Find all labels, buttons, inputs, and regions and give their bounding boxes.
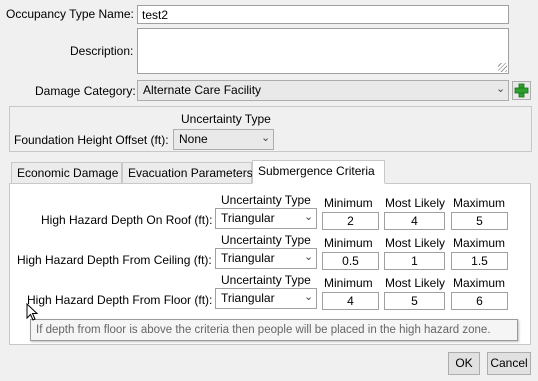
roof-uncertainty-value: Triangular: [221, 211, 275, 225]
description-label: Description:: [70, 44, 134, 58]
description-textarea[interactable]: [137, 28, 509, 74]
chevron-down-icon: [304, 254, 312, 262]
roof-uncertainty-select[interactable]: Triangular: [215, 208, 317, 229]
cancel-button[interactable]: Cancel: [487, 352, 531, 375]
ceiling-uncertainty-value: Triangular: [221, 251, 275, 265]
ceiling-minimum-input[interactable]: 0.5: [322, 252, 379, 270]
occupancy-type-name-input[interactable]: test2: [137, 5, 509, 24]
tab-submergence-criteria[interactable]: Submergence Criteria: [252, 160, 385, 184]
roof-most-likely-input[interactable]: 4: [384, 212, 445, 230]
damage-category-label: Damage Category:: [35, 84, 136, 98]
row3-minimum-header: Minimum: [324, 276, 373, 290]
row2-most-likely-header: Most Likely: [385, 236, 446, 250]
ceiling-uncertainty-select[interactable]: Triangular: [215, 248, 317, 269]
row3-uncertainty-header: Uncertainty Type: [221, 273, 311, 287]
mouse-cursor-icon: [26, 303, 38, 321]
foundation-uncertainty-value: None: [179, 132, 208, 146]
roof-maximum-input[interactable]: 5: [451, 212, 508, 230]
plus-icon: [514, 83, 529, 98]
tooltip: If depth from floor is above the criteri…: [30, 319, 518, 341]
foundation-uncertainty-select[interactable]: None: [173, 129, 274, 150]
row1-uncertainty-header: Uncertainty Type: [221, 193, 311, 207]
floor-uncertainty-select[interactable]: Triangular: [215, 288, 317, 309]
floor-minimum-input[interactable]: 4: [322, 292, 379, 310]
ceiling-most-likely-input[interactable]: 1: [384, 252, 445, 270]
floor-uncertainty-value: Triangular: [221, 291, 275, 305]
row3-most-likely-header: Most Likely: [385, 276, 446, 290]
roof-minimum-input[interactable]: 2: [322, 212, 379, 230]
ceiling-maximum-input[interactable]: 1.5: [451, 252, 508, 270]
chevron-down-icon: [304, 294, 312, 302]
foundation-height-offset-label: Foundation Height Offset (ft):: [14, 133, 169, 147]
chevron-down-icon: [496, 86, 504, 94]
high-hazard-floor-label: High Hazard Depth From Floor (ft):: [27, 293, 213, 307]
add-damage-category-button[interactable]: [512, 81, 531, 100]
row2-uncertainty-header: Uncertainty Type: [221, 233, 311, 247]
high-hazard-roof-label: High Hazard Depth On Roof (ft):: [41, 213, 213, 227]
tab-economic-damage[interactable]: Economic Damage: [11, 162, 122, 184]
damage-category-select[interactable]: Alternate Care Facility: [137, 80, 509, 101]
row1-minimum-header: Minimum: [324, 196, 373, 210]
foundation-uncertainty-header: Uncertainty Type: [181, 112, 271, 126]
row1-maximum-header: Maximum: [453, 196, 506, 210]
row3-maximum-header: Maximum: [453, 276, 506, 290]
floor-most-likely-input[interactable]: 5: [384, 292, 445, 310]
row1-most-likely-header: Most Likely: [385, 196, 446, 210]
ok-button[interactable]: OK: [448, 352, 480, 375]
row2-maximum-header: Maximum: [453, 236, 506, 250]
row2-minimum-header: Minimum: [324, 236, 373, 250]
chevron-down-icon: [304, 214, 312, 222]
high-hazard-ceiling-label: High Hazard Depth From Ceiling (ft):: [17, 253, 212, 267]
tab-evacuation-parameters[interactable]: Evacuation Parameters: [122, 162, 253, 184]
chevron-down-icon: [261, 135, 269, 143]
resize-grip-icon[interactable]: [498, 63, 507, 72]
floor-maximum-input[interactable]: 6: [451, 292, 508, 310]
damage-category-value: Alternate Care Facility: [143, 83, 262, 97]
occupancy-type-label: Occupancy Type Name:: [6, 7, 134, 21]
